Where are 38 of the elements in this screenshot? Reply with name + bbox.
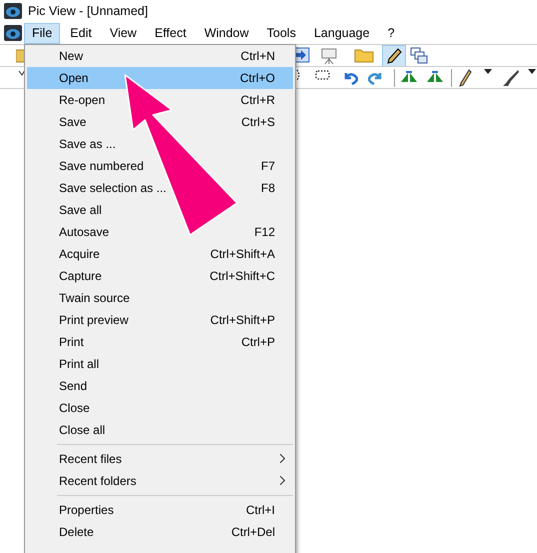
menu-item[interactable]: Recent folders — [27, 470, 293, 492]
projector-screen-icon[interactable] — [320, 47, 338, 65]
menu-item[interactable]: Print preview Ctrl+Shift+P — [27, 309, 293, 331]
menu-item[interactable]: Autosave F12 — [27, 221, 293, 243]
menu-item[interactable]: Recent files — [27, 448, 293, 470]
menu-item[interactable]: Edit — [62, 22, 100, 44]
menu-item[interactable]: Window — [196, 22, 257, 44]
menu-item[interactable]: Send — [27, 375, 293, 397]
menu-item[interactable]: Delete Ctrl+Del — [27, 521, 293, 543]
menu-item[interactable]: ? — [380, 22, 403, 44]
menu-item[interactable]: Tools — [258, 22, 304, 44]
window-title: Pic View - [Unnamed] — [28, 4, 148, 18]
menu-item[interactable]: Re-open Ctrl+R — [27, 89, 293, 111]
menu-item[interactable]: Effect — [146, 22, 194, 44]
app-menu-icon — [4, 25, 22, 41]
menu-item[interactable]: Save all — [27, 199, 293, 221]
menu-item[interactable]: Save numbered F7 — [27, 155, 293, 177]
menu-item[interactable]: Twain source — [27, 287, 293, 309]
menu-item[interactable]: Close — [27, 397, 293, 419]
app-icon — [4, 3, 22, 19]
menu-item[interactable]: Print all — [27, 353, 293, 375]
menu-item[interactable]: Close all — [27, 419, 293, 441]
menu-item[interactable]: Capture Ctrl+Shift+C — [27, 265, 293, 287]
menu-item[interactable]: File — [24, 22, 60, 44]
brush-icon[interactable] — [502, 69, 520, 87]
menu-item[interactable]: Print Ctrl+P — [27, 331, 293, 353]
menu-item[interactable]: Acquire Ctrl+Shift+A — [27, 243, 293, 265]
menu-item[interactable]: New Ctrl+N — [27, 45, 293, 67]
menu-item[interactable]: View — [102, 22, 145, 44]
windows-icon[interactable] — [410, 47, 428, 65]
menu-item[interactable]: Save as ... — [27, 133, 293, 155]
pencil-icon[interactable] — [458, 69, 472, 87]
pen-tool-button[interactable] — [382, 45, 406, 67]
menu-item[interactable]: Save selection as ... F8 — [27, 177, 293, 199]
menu-item[interactable]: Language — [306, 22, 378, 44]
menu-item[interactable]: Properties Ctrl+I — [27, 499, 293, 521]
menu-item[interactable]: Open Ctrl+O — [27, 67, 293, 89]
menu-item[interactable]: Save Ctrl+S — [27, 111, 293, 133]
